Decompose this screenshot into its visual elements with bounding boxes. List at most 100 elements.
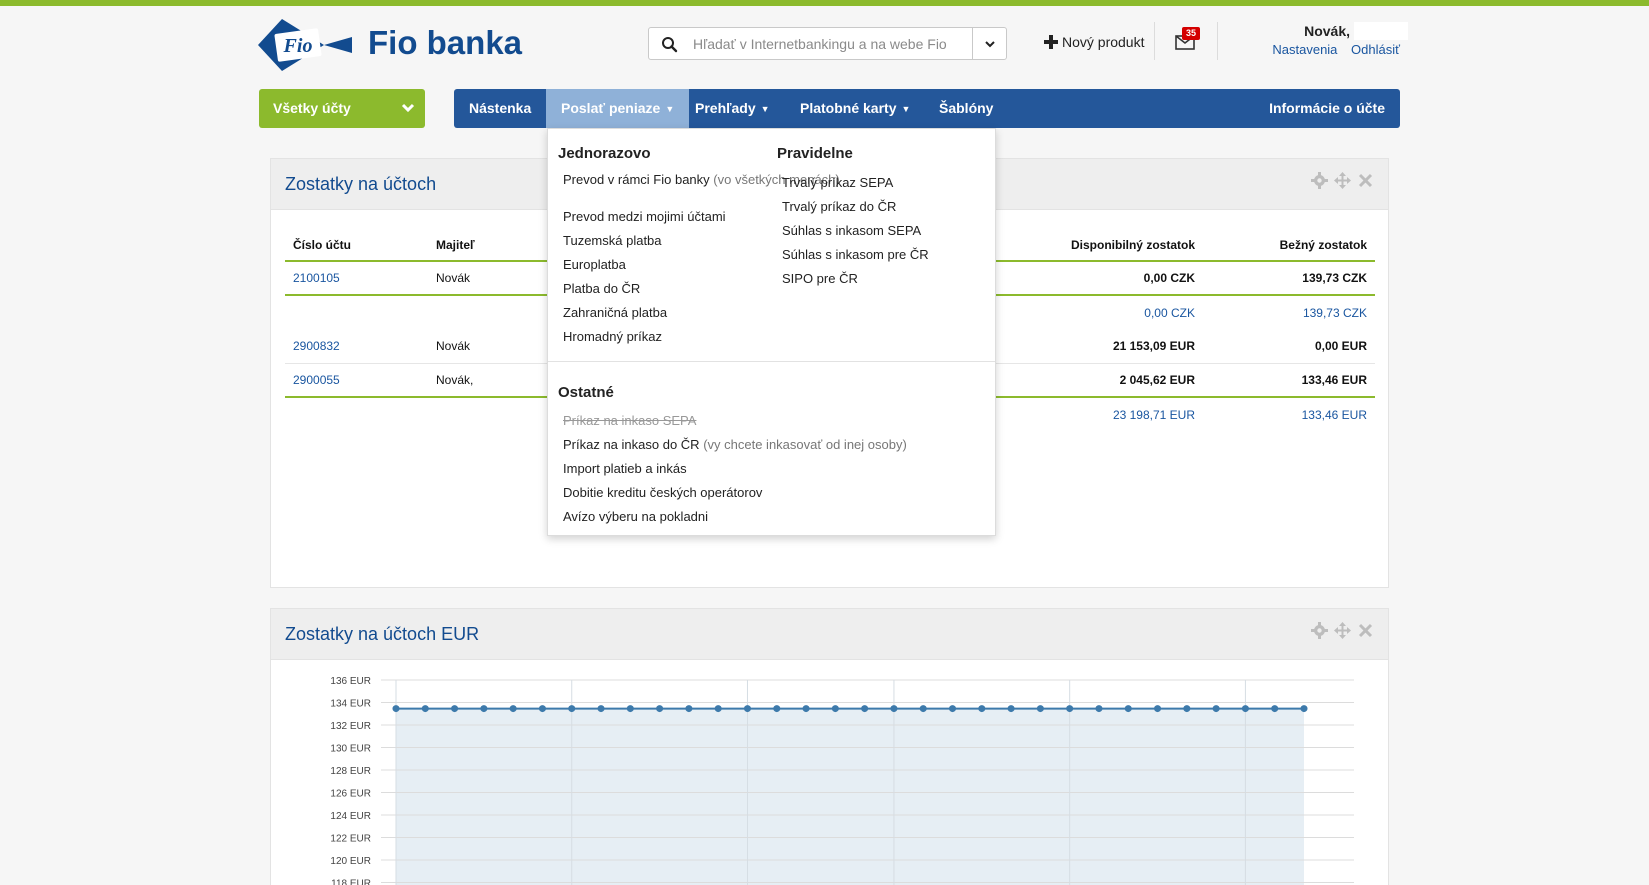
account-link[interactable]: 2900055 bbox=[293, 373, 340, 387]
data-point bbox=[1036, 705, 1044, 713]
menu-item-import[interactable]: Import platieb a inkás bbox=[563, 457, 907, 481]
brand-name: Fio banka bbox=[368, 24, 523, 61]
y-tick-label: 118 EUR bbox=[331, 879, 371, 885]
menu-item-domestic-payment[interactable]: Tuzemská platba bbox=[563, 229, 753, 253]
close-icon[interactable] bbox=[1357, 172, 1374, 189]
nav-account-info[interactable]: Informácie o účte bbox=[1254, 89, 1400, 128]
send-money-menu: Jednorazovo Prevod v rámci Fio banky (vo… bbox=[547, 128, 996, 536]
search-options-button[interactable] bbox=[972, 28, 1006, 59]
data-point bbox=[1271, 705, 1279, 713]
data-point bbox=[656, 705, 664, 713]
available-sum-cell: 23 198,71 EUR bbox=[1112, 407, 1195, 422]
data-point bbox=[451, 705, 459, 713]
menu-item-foreign-payment[interactable]: Zahraničná platba bbox=[563, 301, 753, 325]
menu-item-direct-debit-sepa[interactable]: Súhlas s inkasom SEPA bbox=[782, 219, 929, 243]
menu-item-direct-debit-cz[interactable]: Súhlas s inkasom pre ČR bbox=[782, 243, 929, 267]
panel-tools bbox=[1311, 172, 1374, 189]
search-box bbox=[648, 27, 1007, 60]
logout-link[interactable]: Odhlásiť bbox=[1351, 42, 1400, 57]
menu-item-sipo-cz[interactable]: SIPO pre ČR bbox=[782, 267, 929, 291]
data-point bbox=[919, 705, 927, 713]
data-point bbox=[480, 705, 488, 713]
settings-link[interactable]: Nastavenia bbox=[1272, 42, 1337, 57]
search-input[interactable] bbox=[693, 28, 963, 59]
data-point bbox=[978, 705, 986, 713]
data-point bbox=[509, 705, 517, 713]
y-tick-label: 122 EUR bbox=[330, 834, 371, 845]
data-point bbox=[773, 705, 781, 713]
data-point bbox=[802, 705, 810, 713]
redacted-name bbox=[1354, 22, 1408, 40]
menu-item-europayment[interactable]: Europlatba bbox=[563, 253, 753, 277]
data-point bbox=[831, 705, 839, 713]
menu-item-topup[interactable]: Dobitie kreditu českých operátorov bbox=[563, 481, 907, 505]
eur-balance-chart: 136 EUR 134 EUR 132 EUR 130 EUR 128 EUR 126 E… bbox=[271, 660, 1388, 885]
y-tick-label: 126 EUR bbox=[330, 789, 371, 800]
gear-icon[interactable] bbox=[1311, 172, 1328, 189]
new-product-button[interactable]: Nový produkt bbox=[1044, 34, 1144, 50]
chevron-down-icon bbox=[401, 103, 415, 113]
search-icon[interactable] bbox=[661, 36, 678, 53]
y-tick-label: 124 EUR bbox=[330, 811, 371, 822]
caret-down-icon: ▼ bbox=[665, 104, 675, 114]
caret-down-icon: ▼ bbox=[901, 104, 911, 114]
account-link[interactable]: 2900832 bbox=[293, 339, 340, 353]
account-link[interactable]: 2100105 bbox=[293, 271, 340, 285]
data-point bbox=[1154, 705, 1162, 713]
menu-divider bbox=[548, 361, 995, 362]
nav-templates[interactable]: Šablóny bbox=[924, 89, 1008, 128]
plus-icon bbox=[1044, 35, 1058, 49]
menu-item-standing-sepa[interactable]: Trvalý príkaz SEPA bbox=[782, 171, 929, 195]
panel-tools bbox=[1311, 622, 1374, 639]
available-cell: 21 153,09 EUR bbox=[988, 329, 1203, 364]
nav-send-money[interactable]: Poslať peniaze ▼ bbox=[546, 89, 690, 128]
data-point bbox=[714, 705, 722, 713]
move-icon[interactable] bbox=[1334, 622, 1351, 639]
data-point bbox=[626, 705, 634, 713]
move-icon[interactable] bbox=[1334, 172, 1351, 189]
nav-payment-cards[interactable]: Platobné karty ▼ bbox=[785, 89, 925, 128]
data-point bbox=[949, 705, 957, 713]
nav-dashboard[interactable]: Nástenka bbox=[454, 89, 546, 128]
data-point bbox=[1007, 705, 1015, 713]
gear-icon[interactable] bbox=[1311, 622, 1328, 639]
nav-overviews[interactable]: Prehľady ▼ bbox=[680, 89, 785, 128]
chart-canvas: 136 EUR 134 EUR 132 EUR 130 EUR 128 EUR 126 E… bbox=[330, 676, 1354, 885]
all-accounts-select[interactable]: Všetky účty bbox=[259, 89, 425, 128]
data-point bbox=[743, 705, 751, 713]
menu-item-payment-cz[interactable]: Platba do ČR bbox=[563, 277, 753, 301]
data-point bbox=[1300, 705, 1308, 713]
data-point bbox=[1124, 705, 1132, 713]
menu-heading-other: Ostatné bbox=[558, 384, 614, 401]
close-icon[interactable] bbox=[1357, 622, 1374, 639]
new-product-label: Nový produkt bbox=[1062, 34, 1145, 50]
panel-title: Zostatky na účtoch EUR bbox=[285, 624, 480, 644]
chart-area-fill bbox=[396, 708, 1304, 885]
fio-logo[interactable]: Fio Fio banka bbox=[258, 17, 538, 73]
eur-balances-panel: Zostatky na účtoch EUR 136 EUR 134 EUR 132… bbox=[270, 608, 1389, 885]
header-divider bbox=[1217, 22, 1218, 60]
user-links: Nastavenia Odhlásiť bbox=[1260, 42, 1400, 57]
menu-item-cash-notice[interactable]: Avízo výberu na pokladni bbox=[563, 505, 907, 529]
y-tick-label: 120 EUR bbox=[330, 856, 371, 867]
column-header: Číslo účtu bbox=[285, 229, 428, 262]
menu-item-collection-cz[interactable]: Príkaz na inkaso do ČR (vy chcete inkaso… bbox=[563, 433, 907, 457]
all-accounts-label: Všetky účty bbox=[273, 100, 351, 116]
data-point bbox=[685, 705, 693, 713]
data-point bbox=[392, 705, 400, 713]
menu-item-collection-sepa: Príkaz na inkaso SEPA bbox=[563, 413, 697, 428]
menu-item-bulk-order[interactable]: Hromadný príkaz bbox=[563, 325, 753, 349]
menu-item-own-transfer[interactable]: Prevod medzi mojimi účtami bbox=[563, 205, 753, 229]
menu-item-standing-cz[interactable]: Trvalý príkaz do ČR bbox=[782, 195, 929, 219]
user-name: Novák, bbox=[1304, 23, 1350, 39]
data-point bbox=[568, 705, 576, 713]
data-point bbox=[1095, 705, 1103, 713]
data-point bbox=[861, 705, 869, 713]
menu-heading-once: Jednorazovo bbox=[558, 145, 651, 162]
data-point bbox=[421, 705, 429, 713]
mail-count-badge: 35 bbox=[1182, 27, 1201, 40]
panel-header: Zostatky na účtoch EUR bbox=[271, 609, 1388, 660]
main-navigation: Nástenka Poslať peniaze ▼ Prehľady ▼ Plato… bbox=[454, 89, 1400, 128]
menu-item-fio-transfer[interactable]: Prevod v rámci Fio banky (vo všetkých me… bbox=[563, 171, 840, 205]
column-header: Disponibilný zostatok bbox=[988, 229, 1203, 262]
